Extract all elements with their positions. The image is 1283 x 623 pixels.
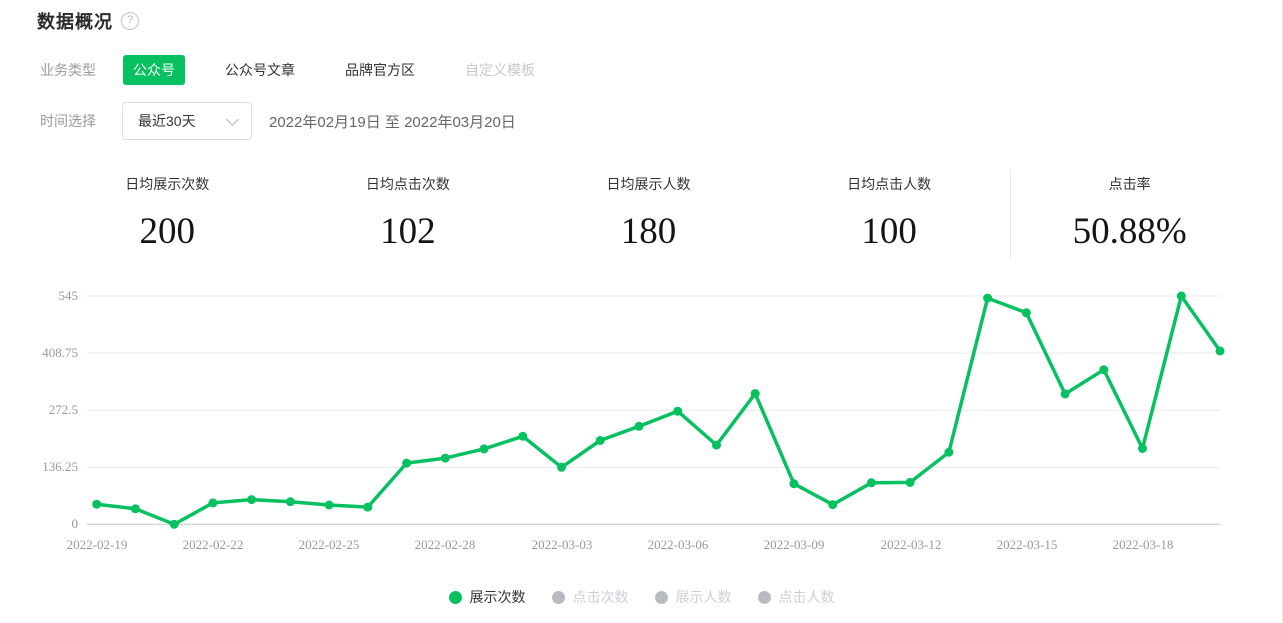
y-axis-label: 0: [71, 516, 79, 531]
time-select-label: 时间选择: [40, 113, 96, 129]
page-title: 数据概况: [37, 12, 113, 32]
date-range-text: 2022年02月19日 至 2022年03月20日: [269, 113, 516, 131]
x-axis-label: 2022-03-03: [531, 537, 593, 552]
page-header: 数据概况 ?: [37, 8, 139, 34]
stats-divider: [1010, 170, 1011, 258]
tab-custom-template[interactable]: 自定义模板: [455, 55, 545, 85]
x-axis-label: 2022-03-06: [647, 537, 709, 552]
legend-item-impressions[interactable]: 展示次数: [448, 587, 526, 607]
stat-value: 100: [861, 211, 917, 252]
stat-label: 日均展示人数: [606, 176, 691, 192]
legend-item-click-users[interactable]: 点击人数: [757, 587, 835, 607]
stats-row: 日均展示次数 200 日均点击次数 102 日均展示人数 180 日均点击人数 …: [47, 165, 1250, 253]
x-axis-label: 2022-02-19: [66, 537, 128, 552]
y-axis-label: 272.5: [48, 402, 78, 417]
y-axis-label: 136.25: [42, 459, 78, 474]
stat-card-avg-impression-users: 日均展示人数 180: [528, 165, 769, 253]
stat-label: 点击率: [1108, 176, 1151, 192]
stat-card-ctr: 点击率 50.88%: [1009, 165, 1250, 253]
y-axis-label: 545: [58, 288, 79, 303]
legend-item-clicks[interactable]: 点击次数: [551, 587, 629, 607]
legend-dot-icon: [448, 590, 462, 604]
time-row: 时间选择 最近30天 2022年02月19日 至 2022年03月20日: [40, 102, 516, 140]
stat-value: 200: [139, 211, 196, 252]
help-icon[interactable]: ?: [121, 12, 139, 30]
stat-value: 180: [620, 211, 677, 252]
x-axis-label: 2022-03-15: [996, 537, 1058, 552]
tab-official-account[interactable]: 公众号: [123, 55, 185, 85]
y-axis-label: 408.75: [42, 345, 78, 360]
x-axis-label: 2022-03-09: [763, 537, 825, 552]
stat-label: 日均展示次数: [125, 176, 210, 192]
x-axis-label: 2022-02-22: [182, 537, 244, 552]
legend-label: 展示人数: [675, 589, 732, 605]
tabs-row: 业务类型 公众号 公众号文章 品牌官方区 自定义模板: [40, 55, 575, 85]
chevron-down-icon: [226, 113, 239, 126]
trend-chart-svg: [87, 291, 1225, 529]
stat-value: 50.88%: [1072, 211, 1187, 252]
legend-item-impression-users[interactable]: 展示人数: [654, 587, 732, 607]
business-type-label: 业务类型: [40, 62, 96, 78]
stat-value: 102: [380, 211, 436, 252]
legend-label: 点击人数: [778, 589, 835, 605]
chart-legend: 展示次数 点击次数 展示人数 点击人数: [0, 587, 1283, 607]
stat-card-avg-impressions: 日均展示次数 200: [47, 165, 288, 253]
x-axis-label: 2022-02-28: [414, 537, 476, 552]
date-range-select-value: 最近30天: [138, 113, 196, 129]
stat-label: 日均点击人数: [847, 176, 932, 192]
legend-dot-icon: [757, 590, 771, 604]
x-axis-label: 2022-02-25: [298, 537, 360, 552]
legend-label: 点击次数: [572, 589, 629, 605]
legend-dot-icon: [551, 590, 565, 604]
x-axis-label: 2022-03-18: [1112, 537, 1174, 552]
stat-card-avg-clicks: 日均点击次数 102: [288, 165, 529, 253]
legend-label: 展示次数: [469, 589, 526, 605]
date-range-select[interactable]: 最近30天: [122, 102, 252, 140]
x-axis-label: 2022-03-12: [880, 537, 942, 552]
stat-label: 日均点击次数: [365, 176, 450, 192]
legend-dot-icon: [654, 590, 668, 604]
tab-official-account-article[interactable]: 公众号文章: [215, 55, 305, 85]
stat-card-avg-click-users: 日均点击人数 100: [769, 165, 1010, 253]
tab-brand-zone[interactable]: 品牌官方区: [335, 55, 425, 85]
